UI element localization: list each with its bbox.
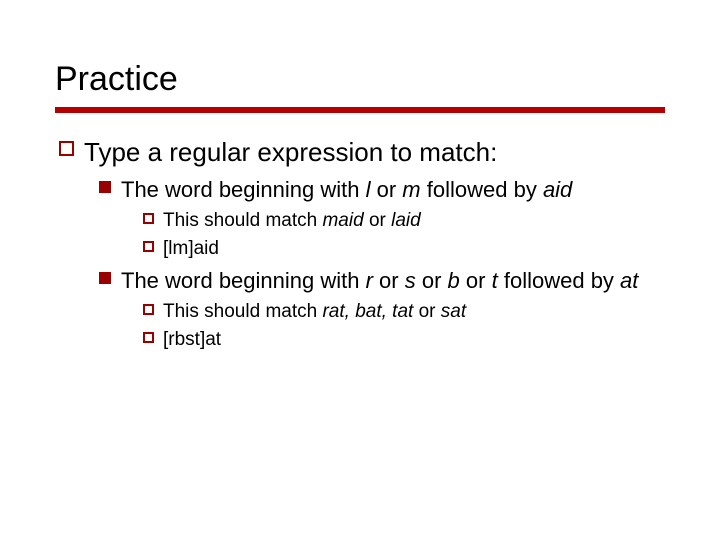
bullet-text: This should match rat, bat, tat or sat xyxy=(163,299,665,324)
bullet-level3: This should match maid or laid xyxy=(143,208,665,233)
square-open-icon xyxy=(59,141,74,156)
bullet-text: The word beginning with l or m followed … xyxy=(121,175,665,204)
slide: Practice Type a regular expression to ma… xyxy=(0,0,720,540)
square-open-icon xyxy=(143,332,154,343)
bullet-text: The word beginning with r or s or b or t… xyxy=(121,266,665,295)
square-open-icon xyxy=(143,241,154,252)
bullet-text: [rbst]at xyxy=(163,327,665,352)
bullet-level1: Type a regular expression to match: xyxy=(59,135,665,169)
square-filled-icon xyxy=(99,272,111,284)
bullet-level2: The word beginning with r or s or b or t… xyxy=(99,266,665,295)
bullet-level2: The word beginning with l or m followed … xyxy=(99,175,665,204)
bullet-text: Type a regular expression to match: xyxy=(84,135,665,169)
slide-title: Practice xyxy=(55,60,665,99)
bullet-text: This should match maid or laid xyxy=(163,208,665,233)
bullet-text: [lm]aid xyxy=(163,236,665,261)
divider-icon xyxy=(55,107,665,113)
square-open-icon xyxy=(143,304,154,315)
square-open-icon xyxy=(143,213,154,224)
bullet-level3: [lm]aid xyxy=(143,236,665,261)
bullet-level3: This should match rat, bat, tat or sat xyxy=(143,299,665,324)
bullet-level3: [rbst]at xyxy=(143,327,665,352)
square-filled-icon xyxy=(99,181,111,193)
